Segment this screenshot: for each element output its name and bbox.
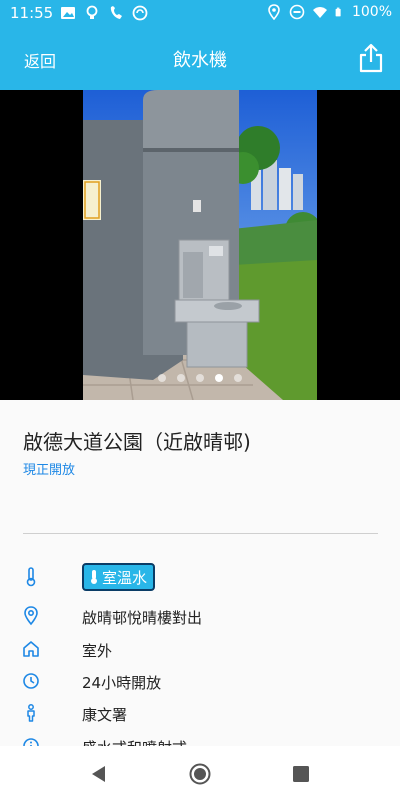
clock-icon <box>23 673 39 689</box>
department-row: 康文署 <box>0 699 400 727</box>
department-text: 康文署 <box>82 706 128 724</box>
wifi-calling-icon <box>110 6 122 19</box>
nav-recents-icon[interactable] <box>290 763 312 785</box>
bulb-icon <box>86 5 98 19</box>
dnd-icon <box>289 4 305 20</box>
water-type-badge: 室溫水 <box>82 563 156 591</box>
system-nav-bar <box>0 746 400 800</box>
thermometer-icon <box>91 570 97 584</box>
water-type-row: 室溫水 <box>0 563 400 591</box>
location-icon <box>268 4 280 20</box>
back-button[interactable]: 返回 <box>24 48 56 72</box>
battery-icon <box>335 7 341 17</box>
water-dispenser-photo <box>83 90 317 400</box>
system-icons: 100% <box>266 4 392 20</box>
place-name: 啟德大道公園（近啟晴邨) <box>23 430 251 454</box>
carousel-dot[interactable] <box>177 374 185 382</box>
share-icon[interactable] <box>356 42 386 74</box>
image-icon <box>61 7 75 19</box>
water-type: 室溫水 <box>102 568 148 587</box>
carousel-indicator <box>0 374 400 382</box>
app-bar: 返回 飲水機 <box>0 28 400 90</box>
carousel-dot-active[interactable] <box>215 374 223 382</box>
location-pin-icon <box>24 606 38 626</box>
page-title: 飲水機 <box>173 50 227 71</box>
setting-text: 室外 <box>82 642 113 660</box>
divider <box>23 533 378 534</box>
notification-icons <box>60 5 148 21</box>
hours-row: 24小時開放 <box>0 667 400 695</box>
carousel-dot[interactable] <box>158 374 166 382</box>
vpn-icon <box>132 5 148 21</box>
nav-back-icon[interactable] <box>88 763 110 785</box>
home-icon <box>23 641 39 657</box>
hours-text: 24小時開放 <box>82 674 162 692</box>
status-bar: 11:55 100% <box>0 0 400 28</box>
carousel-dot[interactable] <box>234 374 242 382</box>
setting-row: 室外 <box>0 635 400 663</box>
thermometer-icon <box>26 567 36 587</box>
photo-carousel[interactable] <box>0 90 400 400</box>
battery-percent: 100% <box>351 4 392 20</box>
open-status: 現正開放 <box>23 463 76 478</box>
location-text: 啟晴邨悅晴樓對出 <box>82 609 203 627</box>
detail-panel: 啟德大道公園（近啟晴邨) 現正開放 室溫水 啟晴邨悅晴樓對出 室外 24小時開放… <box>0 400 400 757</box>
carousel-dot[interactable] <box>196 374 204 382</box>
person-icon <box>27 704 35 722</box>
status-time: 11:55 <box>10 4 54 22</box>
nav-home-icon[interactable] <box>189 763 211 785</box>
location-row: 啟晴邨悅晴樓對出 <box>0 602 400 630</box>
wifi-icon <box>312 7 327 18</box>
